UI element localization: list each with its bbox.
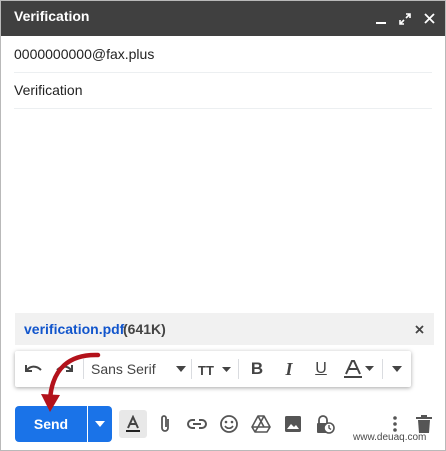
toolbar-divider: [191, 359, 192, 379]
text-color-select[interactable]: [341, 355, 377, 383]
svg-text:TT: TT: [198, 363, 214, 377]
subject-field[interactable]: Verification: [14, 72, 432, 109]
google-drive-icon[interactable]: [247, 410, 275, 438]
close-icon[interactable]: [418, 1, 440, 36]
watermark: www.deuaq.com: [353, 432, 427, 443]
bold-icon[interactable]: B: [245, 355, 269, 383]
formatting-toolbar: Sans Serif TT B I U: [15, 351, 411, 387]
underline-icon[interactable]: U: [309, 355, 333, 383]
attach-file-icon[interactable]: [151, 410, 179, 438]
insert-photo-icon[interactable]: [279, 410, 307, 438]
to-recipient: 0000000000@fax.plus: [14, 46, 155, 62]
toolbar-divider: [83, 359, 84, 379]
compose-window: Verification 0000000000@fax.plus Verific…: [0, 0, 446, 451]
compose-title: Verification: [14, 8, 90, 24]
attachment-size: (641K): [123, 321, 166, 337]
to-field[interactable]: 0000000000@fax.plus: [14, 36, 432, 73]
undo-icon[interactable]: [21, 355, 47, 383]
formatting-options-icon[interactable]: [119, 410, 147, 438]
remove-attachment-icon[interactable]: [410, 319, 428, 339]
send-button[interactable]: Send: [15, 406, 87, 442]
chevron-down-icon: [95, 421, 105, 427]
minimize-icon[interactable]: [370, 1, 392, 36]
compose-titlebar[interactable]: Verification: [1, 1, 445, 36]
insert-link-icon[interactable]: [183, 410, 211, 438]
redo-icon[interactable]: [51, 355, 77, 383]
fullscreen-icon[interactable]: [394, 1, 416, 36]
font-family-label: Sans Serif: [91, 361, 156, 377]
chevron-down-icon: [176, 366, 186, 372]
confidential-mode-icon[interactable]: [311, 410, 339, 438]
subject-text: Verification: [14, 82, 83, 98]
italic-icon[interactable]: I: [277, 355, 301, 383]
toolbar-divider: [382, 359, 383, 379]
attachment-name[interactable]: verification.pdf: [24, 321, 124, 337]
emoji-icon[interactable]: [215, 410, 243, 438]
attachment-chip[interactable]: verification.pdf (641K): [15, 313, 434, 345]
font-family-select[interactable]: Sans Serif: [91, 355, 186, 383]
schedule-send-button[interactable]: [88, 406, 112, 442]
more-formatting-icon[interactable]: [387, 355, 407, 383]
message-body[interactable]: [14, 109, 432, 309]
font-size-select[interactable]: TT: [197, 355, 233, 383]
toolbar-divider: [238, 359, 239, 379]
send-label: Send: [33, 416, 69, 432]
